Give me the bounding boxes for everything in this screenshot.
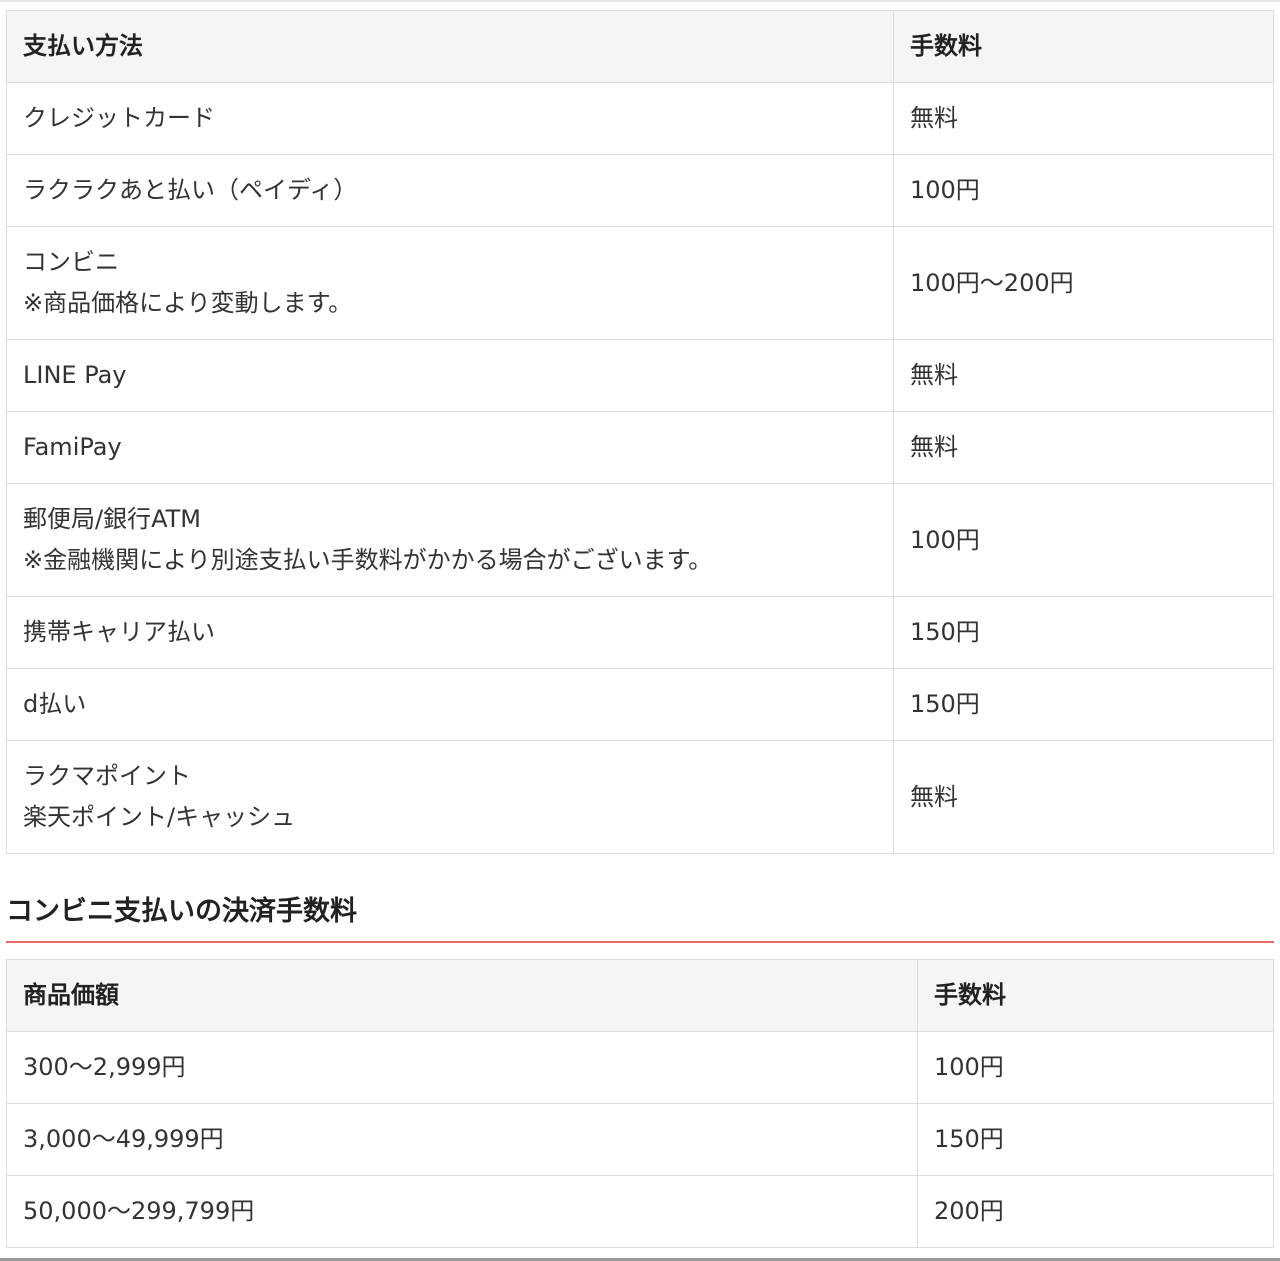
method-cell: 携帯キャリア払い [6,596,894,669]
method-label: LINE Pay [23,361,127,389]
fee-cell: 100円 [893,483,1274,597]
payment-fees-table: 支払い方法 手数料 クレジットカード 無料 ラクラクあと払い（ペイディ） 100… [6,10,1274,854]
method-note: ※商品価格により変動します。 [23,289,353,317]
method-label: ラクラクあと払い（ペイディ） [23,176,358,204]
fee-cell: 無料 [893,82,1274,155]
fee-cell: 100円～200円 [893,226,1274,340]
method-label: コンビニ [23,248,119,276]
header-product-price: 商品価額 [6,959,918,1032]
fee-cell: 無料 [893,339,1274,412]
method-label: クレジットカード [23,104,215,132]
method-cell: クレジットカード [6,82,894,155]
method-cell: ラクラクあと払い（ペイディ） [6,154,894,227]
method-label: d払い [23,690,87,718]
table-row: 郵便局/銀行ATM ※金融機関により別途支払い手数料がかかる場合がございます。 … [6,483,1274,597]
method-label: 携帯キャリア払い [23,618,215,646]
table-row: ラクマポイント 楽天ポイント/キャッシュ 無料 [6,740,1274,854]
price-cell: 3,000～49,999円 [6,1103,918,1176]
price-cell: 300～2,999円 [6,1031,918,1104]
table-header-row: 支払い方法 手数料 [6,10,1274,83]
method-label: 郵便局/銀行ATM [23,505,202,533]
method-cell: LINE Pay [6,339,894,412]
header-fee: 手数料 [893,10,1274,83]
fee-cell: 200円 [917,1175,1274,1248]
section-heading: コンビニ支払いの決済手数料 [6,896,357,927]
table-row: 300～2,999円 100円 [6,1031,1274,1104]
table-row: 50,000～299,799円 200円 [6,1175,1274,1248]
header-fee: 手数料 [917,959,1274,1032]
method-note: 楽天ポイント/キャッシュ [23,803,296,831]
table-row: クレジットカード 無料 [6,82,1274,155]
method-label: FamiPay [23,433,122,461]
header-payment-method: 支払い方法 [6,10,894,83]
method-cell: 郵便局/銀行ATM ※金融機関により別途支払い手数料がかかる場合がございます。 [6,483,894,597]
method-cell: d払い [6,668,894,741]
method-cell: ラクマポイント 楽天ポイント/キャッシュ [6,740,894,854]
table-row: FamiPay 無料 [6,411,1274,484]
convenience-store-fees-table: 商品価額 手数料 300～2,999円 100円 3,000～49,999円 1… [6,959,1274,1248]
method-cell: FamiPay [6,411,894,484]
fee-cell: 100円 [893,154,1274,227]
table-row: LINE Pay 無料 [6,339,1274,412]
price-cell: 50,000～299,799円 [6,1175,918,1248]
method-cell: コンビニ ※商品価格により変動します。 [6,226,894,340]
fee-cell: 150円 [917,1103,1274,1176]
table-row: d払い 150円 [6,668,1274,741]
section-divider [6,941,1274,943]
method-label: ラクマポイント [23,762,191,790]
table-row: 3,000～49,999円 150円 [6,1103,1274,1176]
fee-cell: 無料 [893,411,1274,484]
fee-cell: 150円 [893,668,1274,741]
table-row: コンビニ ※商品価格により変動します。 100円～200円 [6,226,1274,340]
fee-cell: 150円 [893,596,1274,669]
table-row: ラクラクあと払い（ペイディ） 100円 [6,154,1274,227]
table-header-row: 商品価額 手数料 [6,959,1274,1032]
fee-cell: 無料 [893,740,1274,854]
top-border [0,0,1280,2]
fee-cell: 100円 [917,1031,1274,1104]
method-note: ※金融機関により別途支払い手数料がかかる場合がございます。 [23,546,713,574]
table-row: 携帯キャリア払い 150円 [6,596,1274,669]
